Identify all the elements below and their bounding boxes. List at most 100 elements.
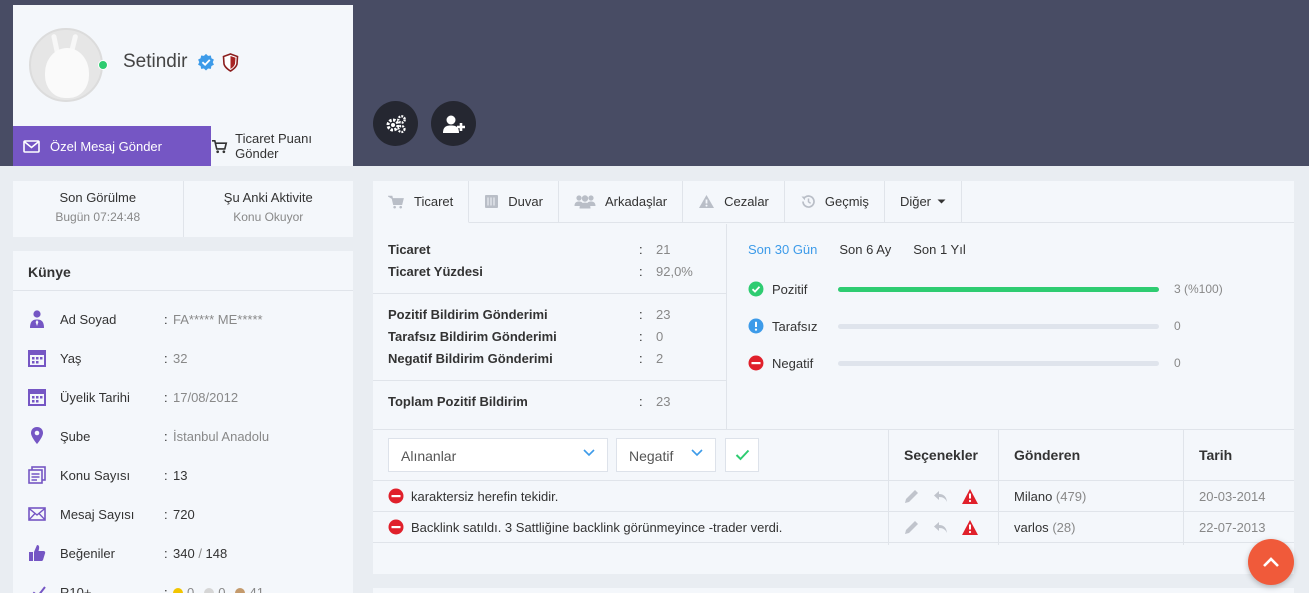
check-circle-icon bbox=[748, 281, 764, 297]
pencil-icon[interactable] bbox=[903, 488, 920, 505]
stat-trade: Ticaret:21 bbox=[388, 242, 671, 257]
minus-circle-icon bbox=[388, 519, 404, 535]
chevron-down-icon bbox=[691, 449, 703, 457]
positive-progress-fill bbox=[838, 287, 1159, 292]
send-trade-point-button[interactable]: Ticaret Puanı Gönder bbox=[211, 126, 353, 166]
stat-trade-percentage: Ticaret Yüzdesi:92,0% bbox=[388, 264, 693, 279]
period-1-year[interactable]: Son 1 Yıl bbox=[913, 242, 966, 257]
info-circle-icon bbox=[748, 318, 764, 334]
stat-total-positive: Toplam Pozitif Bildirim:23 bbox=[388, 394, 671, 409]
profile-tabs: Ticaret Duvar Arkadaşlar Cezalar Geçmiş … bbox=[373, 181, 1294, 223]
user-tie-icon bbox=[30, 310, 44, 328]
avatar[interactable] bbox=[29, 28, 103, 102]
pencil-icon[interactable] bbox=[903, 519, 920, 536]
rating-positive: Pozitif 3 (%100) bbox=[748, 281, 1268, 301]
reply-icon[interactable] bbox=[932, 488, 949, 505]
received-sent-select[interactable]: Alınanlar bbox=[388, 438, 608, 472]
wall-icon bbox=[485, 195, 499, 208]
topics-icon bbox=[28, 466, 46, 484]
stat-negative-sent: Negatif Bildirim Gönderimi:2 bbox=[388, 351, 664, 366]
apply-filter-button[interactable] bbox=[725, 438, 759, 472]
negative-progress-bar bbox=[838, 361, 1159, 366]
last-seen: Son Görülme Bugün 07:24:48 bbox=[13, 181, 184, 237]
sender-column-header: Gönderen bbox=[1014, 447, 1081, 463]
send-private-message-button[interactable]: Özel Mesaj Gönder bbox=[13, 126, 211, 166]
thumbs-up-icon bbox=[29, 545, 46, 561]
tab-friends[interactable]: Arkadaşlar bbox=[559, 181, 684, 222]
profile-info-title: Künye bbox=[13, 251, 353, 291]
feedback-table: Alınanlar Negatif Seçenekler Gönderen Ta… bbox=[373, 429, 1294, 545]
trade-panel: Ticaret Duvar Arkadaşlar Cezalar Geçmiş … bbox=[373, 181, 1294, 574]
chart-icon bbox=[32, 586, 46, 593]
current-activity: Şu Anki Aktivite Konu Okuyor bbox=[223, 190, 313, 224]
scroll-to-top-button[interactable] bbox=[1248, 539, 1294, 585]
silver-medal-icon bbox=[204, 587, 215, 593]
sender-link[interactable]: Milano (479) bbox=[1014, 489, 1086, 504]
users-icon bbox=[574, 195, 596, 209]
info-row-message-count: Mesaj Sayısı : 720 bbox=[13, 504, 353, 543]
rating-negative: Negatif 0 bbox=[748, 355, 1268, 375]
cart-icon bbox=[388, 195, 404, 208]
row-actions bbox=[903, 488, 979, 505]
feedback-kind-select[interactable]: Negatif bbox=[616, 438, 716, 472]
calendar-icon bbox=[28, 389, 46, 406]
info-row-r10: R10+ : 0 0 41 bbox=[13, 582, 353, 593]
reply-icon[interactable] bbox=[932, 519, 949, 536]
table-row: karaktersiz herefin tekidir. Milano (479… bbox=[373, 481, 1294, 512]
minus-circle-icon bbox=[388, 488, 404, 504]
info-row-topic-count: Konu Sayısı : 13 bbox=[13, 465, 353, 504]
info-row-branch: Şube : İstanbul Anadolu bbox=[13, 426, 353, 465]
username: Setindir bbox=[123, 51, 188, 72]
rating-neutral: Tarafsız 0 bbox=[748, 318, 1268, 338]
stat-positive-sent: Pozitif Bildirim Gönderimi:23 bbox=[388, 307, 671, 322]
tab-other-dropdown[interactable]: Diğer bbox=[885, 181, 963, 222]
history-icon bbox=[801, 195, 815, 208]
activity-status-box: Son Görülme Bugün 07:24:48 Şu Anki Aktiv… bbox=[13, 181, 353, 237]
bronze-medal-icon bbox=[235, 587, 246, 593]
neutral-progress-bar bbox=[838, 324, 1159, 329]
profile-info-panel: Künye Ad Soyad : FA***** ME***** Yaş : 3… bbox=[13, 251, 353, 593]
profile-card: Setindir Özel Mesaj Gönder Ticaret Puanı… bbox=[13, 5, 353, 166]
tab-penalties[interactable]: Cezalar bbox=[683, 181, 785, 222]
date-column-header: Tarih bbox=[1199, 447, 1233, 463]
info-row-age: Yaş : 32 bbox=[13, 348, 353, 387]
chevron-down-icon bbox=[583, 449, 595, 457]
cart-icon bbox=[211, 139, 228, 153]
trade-statistics: Ticaret:21 Ticaret Yüzdesi:92,0% Pozitif… bbox=[373, 224, 727, 429]
envelope-icon bbox=[28, 507, 46, 521]
tab-history[interactable]: Geçmiş bbox=[785, 181, 885, 222]
options-column-header: Seçenekler bbox=[904, 447, 978, 463]
shield-icon bbox=[222, 53, 239, 72]
caret-down-icon bbox=[937, 199, 946, 204]
verified-badge-icon bbox=[198, 53, 214, 71]
online-status-dot bbox=[98, 60, 108, 70]
minus-circle-icon bbox=[748, 355, 764, 371]
user-plus-icon bbox=[442, 115, 465, 133]
period-selector: Son 30 Gün Son 6 Ay Son 1 Yıl bbox=[748, 242, 988, 257]
period-6-months[interactable]: Son 6 Ay bbox=[839, 242, 891, 257]
gears-icon bbox=[386, 114, 406, 133]
report-warning-icon[interactable] bbox=[961, 488, 979, 505]
envelope-icon bbox=[23, 139, 40, 153]
tab-trade[interactable]: Ticaret bbox=[373, 181, 470, 223]
tab-wall[interactable]: Duvar bbox=[469, 181, 559, 222]
period-30-days[interactable]: Son 30 Gün bbox=[748, 242, 817, 257]
info-row-likes: Beğeniler : 340 / 148 bbox=[13, 543, 353, 582]
info-row-membership-date: Üyelik Tarihi : 17/08/2012 bbox=[13, 387, 353, 426]
positive-progress-bar bbox=[838, 287, 1159, 292]
warning-icon bbox=[699, 195, 715, 208]
row-actions bbox=[903, 519, 979, 536]
report-warning-icon[interactable] bbox=[961, 519, 979, 536]
table-row: Backlink satıldı. 3 Sattliğine backlink … bbox=[373, 512, 1294, 543]
add-friend-button[interactable] bbox=[431, 101, 476, 146]
settings-button[interactable] bbox=[373, 101, 418, 146]
sender-link[interactable]: varlos (28) bbox=[1014, 520, 1075, 535]
calendar-icon bbox=[28, 350, 46, 367]
stat-neutral-sent: Tarafsız Bildirim Gönderimi:0 bbox=[388, 329, 664, 344]
next-panel-edge bbox=[373, 588, 1294, 593]
map-pin-icon bbox=[31, 427, 43, 444]
feedback-table-header: Alınanlar Negatif Seçenekler Gönderen Ta… bbox=[373, 430, 1294, 481]
check-icon bbox=[735, 449, 749, 461]
gold-medal-icon bbox=[173, 587, 183, 593]
chevron-up-icon bbox=[1263, 556, 1279, 567]
